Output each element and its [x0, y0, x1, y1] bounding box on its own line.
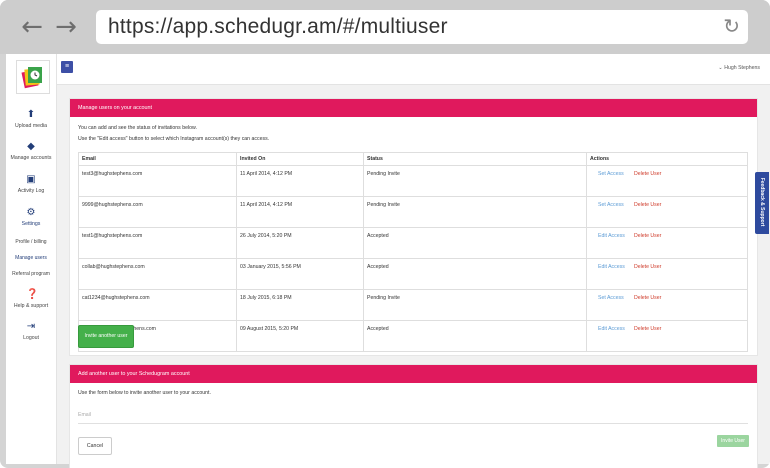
edit-access-link[interactable]: Edit Access [598, 326, 634, 332]
set-access-link[interactable]: Set Access [598, 295, 634, 301]
sidebar-item-logout[interactable]: ⇥ Logout [6, 321, 56, 342]
app-area: ⬆ Upload media ◆ Manage accounts ▣ Activ… [6, 54, 770, 468]
actions-cell: Edit Access Delete User [586, 258, 748, 290]
manage-users-panel: Manage users on your account You can add… [69, 98, 758, 356]
email-cell: test3@hughstephens.com [78, 165, 237, 197]
status-cell: Pending Invite [363, 165, 587, 197]
invited-cell: 11 April 2014, 4:12 PM [236, 196, 364, 228]
top-bar: ≡ ⌄ Hugh Stephens [57, 54, 770, 85]
user-name: Hugh Stephens [724, 65, 760, 71]
activity-icon: ▣ [26, 174, 36, 185]
delete-user-link[interactable]: Delete User [634, 264, 661, 270]
actions-cell: Set Access Delete User [586, 289, 748, 321]
sidebar: ⬆ Upload media ◆ Manage accounts ▣ Activ… [6, 54, 57, 464]
sidebar-item-help-support[interactable]: ❓ Help & support [6, 289, 56, 310]
status-cell: Pending Invite [363, 196, 587, 228]
actions-cell: Edit Access Delete User [586, 320, 748, 352]
browser-window: ← → https://app.schedugr.am/#/multiuser … [0, 0, 770, 468]
status-cell: Pending Invite [363, 289, 587, 321]
browser-toolbar: ← → https://app.schedugr.am/#/multiuser … [0, 0, 770, 54]
logout-icon: ⇥ [26, 321, 36, 332]
invited-cell: 11 April 2014, 4:12 PM [236, 165, 364, 197]
sidebar-item-settings[interactable]: ⚙ Settings [6, 207, 56, 228]
delete-user-link[interactable]: Delete User [634, 326, 661, 332]
table-row: 9999@hughstephens.com 11 April 2014, 4:1… [78, 196, 748, 228]
sidebar-item-label: Activity Log [17, 188, 45, 194]
url-text[interactable]: https://app.schedugr.am/#/multiuser [108, 15, 448, 39]
invite-user-button[interactable]: Invite User [717, 435, 749, 447]
sidebar-item-label: Help & support [13, 303, 49, 309]
back-arrow-icon[interactable]: ← [18, 13, 46, 41]
invited-cell: 18 July 2015, 6:18 PM [236, 289, 364, 321]
upload-icon: ⬆ [26, 109, 36, 120]
reload-icon[interactable]: ↻ [723, 14, 740, 38]
column-header-status: Status [363, 152, 587, 166]
table-row: collab@hughstephens.com 03 January 2015,… [78, 258, 748, 290]
actions-cell: Edit Access Delete User [586, 227, 748, 259]
status-cell: Accepted [363, 258, 587, 290]
delete-user-link[interactable]: Delete User [634, 233, 661, 239]
status-cell: Accepted [363, 227, 587, 259]
actions-cell: Set Access Delete User [586, 196, 748, 228]
forward-arrow-icon[interactable]: → [52, 13, 80, 41]
address-bar[interactable]: https://app.schedugr.am/#/multiuser ↻ [96, 10, 748, 44]
feedback-support-tab[interactable]: Feedback & Support [755, 172, 769, 234]
sidebar-subitem-referral-program[interactable]: Referral program [6, 271, 56, 277]
sidebar-item-label: Manage accounts [10, 155, 52, 161]
manage-users-instructions: Use the "Edit access" button to select w… [78, 136, 270, 142]
feedback-support-label: Feedback & Support [759, 177, 765, 227]
column-header-invited-on: Invited On [236, 152, 364, 166]
email-cell: 9999@hughstephens.com [78, 196, 237, 228]
sidebar-item-upload-media[interactable]: ⬆ Upload media [6, 109, 56, 130]
delete-user-link[interactable]: Delete User [634, 202, 661, 208]
user-menu[interactable]: ⌄ Hugh Stephens [718, 65, 760, 71]
sidebar-item-manage-accounts[interactable]: ◆ Manage accounts [6, 141, 56, 162]
users-table: Email Invited On Status Actions test3@hu… [78, 152, 748, 352]
set-access-link[interactable]: Set Access [598, 202, 634, 208]
help-icon: ❓ [26, 289, 39, 300]
sidebar-subitem-manage-users[interactable]: Manage users [6, 255, 56, 261]
app-logo[interactable] [16, 60, 50, 94]
table-row: fordropbox@hughstephens.com 09 August 20… [78, 320, 748, 352]
sidebar-item-label: Settings [21, 221, 41, 227]
email-cell: cat1234@hughstephens.com [78, 289, 237, 321]
invite-another-user-button[interactable]: Invite another user [78, 325, 134, 348]
add-user-instructions: Use the form below to invite another use… [78, 390, 211, 396]
table-row: cat1234@hughstephens.com 18 July 2015, 6… [78, 289, 748, 321]
sidebar-item-activity-log[interactable]: ▣ Activity Log [6, 174, 56, 195]
column-header-actions: Actions [586, 152, 748, 166]
sidebar-item-label: Upload media [14, 123, 47, 129]
email-field[interactable]: Email [78, 407, 748, 424]
layers-icon: ◆ [27, 141, 35, 152]
invited-cell: 03 January 2015, 5:56 PM [236, 258, 364, 290]
gear-icon: ⚙ [26, 207, 36, 218]
add-user-header: Add another user to your Schedugram acco… [70, 365, 757, 383]
set-access-link[interactable]: Set Access [598, 171, 634, 177]
email-cell: test1@hughstephens.com [78, 227, 237, 259]
table-row: test3@hughstephens.com 11 April 2014, 4:… [78, 165, 748, 197]
actions-cell: Set Access Delete User [586, 165, 748, 197]
edit-access-link[interactable]: Edit Access [598, 233, 634, 239]
table-row: test1@hughstephens.com 26 July 2014, 5:2… [78, 227, 748, 259]
cancel-button[interactable]: Cancel [78, 437, 112, 455]
sidebar-subitem-profile-billing[interactable]: Profile / billing [6, 239, 56, 245]
status-cell: Accepted [363, 320, 587, 352]
manage-users-header: Manage users on your account [70, 99, 757, 117]
manage-users-intro: You can add and see the status of invita… [78, 125, 197, 131]
delete-user-link[interactable]: Delete User [634, 295, 661, 301]
table-header-row: Email Invited On Status Actions [78, 152, 748, 166]
menu-toggle-icon[interactable]: ≡ [61, 61, 73, 73]
invited-cell: 09 August 2015, 5:20 PM [236, 320, 364, 352]
add-user-panel: Add another user to your Schedugram acco… [69, 364, 758, 468]
sidebar-item-label: Logout [23, 335, 39, 341]
email-cell: collab@hughstephens.com [78, 258, 237, 290]
invited-cell: 26 July 2014, 5:20 PM [236, 227, 364, 259]
delete-user-link[interactable]: Delete User [634, 171, 661, 177]
edit-access-link[interactable]: Edit Access [598, 264, 634, 270]
chevron-down-icon: ⌄ [718, 65, 723, 71]
column-header-email: Email [78, 152, 237, 166]
